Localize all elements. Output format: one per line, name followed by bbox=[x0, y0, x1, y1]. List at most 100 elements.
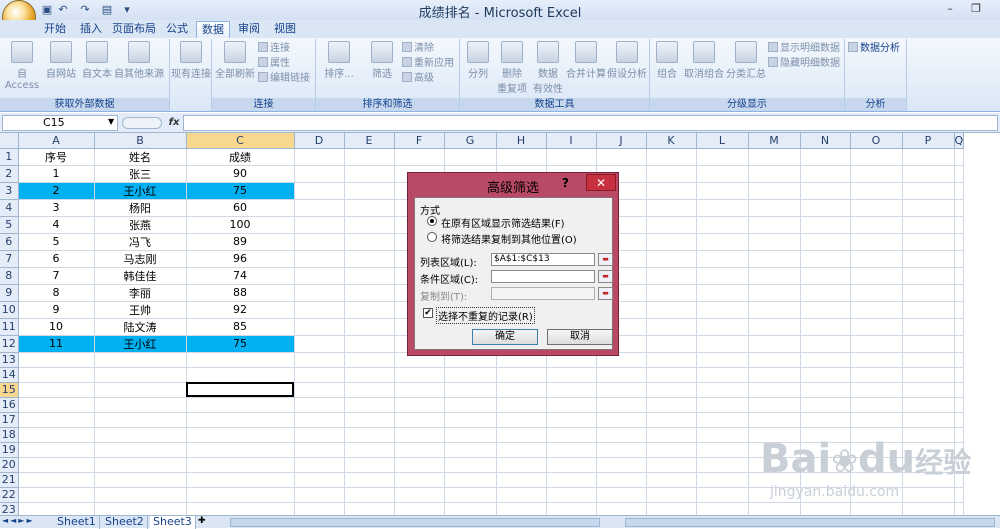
restore-icon[interactable]: ❐ bbox=[966, 2, 986, 17]
cell-F16[interactable] bbox=[394, 397, 445, 413]
cell-K17[interactable] bbox=[646, 412, 697, 428]
cell-F1[interactable] bbox=[394, 148, 445, 166]
cell-K16[interactable] bbox=[646, 397, 697, 413]
name-box-dropdown-icon[interactable]: ▼ bbox=[108, 117, 114, 126]
column-header-C[interactable]: C bbox=[186, 133, 295, 149]
cell-A7[interactable]: 6 bbox=[18, 250, 95, 268]
cell-N10[interactable] bbox=[800, 301, 851, 319]
cell-Q9[interactable] bbox=[954, 284, 965, 302]
cell-C22[interactable] bbox=[186, 487, 295, 503]
cell-D19[interactable] bbox=[294, 442, 345, 458]
cell-I23[interactable] bbox=[546, 502, 597, 515]
cell-P17[interactable] bbox=[902, 412, 955, 428]
cell-A12[interactable]: 11 bbox=[18, 335, 95, 353]
cell-D22[interactable] bbox=[294, 487, 345, 503]
cell-I16[interactable] bbox=[546, 397, 597, 413]
redo-icon[interactable]: ↷ bbox=[78, 3, 92, 17]
clear-link[interactable]: 清除 bbox=[402, 42, 434, 55]
cell-I21[interactable] bbox=[546, 472, 597, 488]
cell-A16[interactable] bbox=[18, 397, 95, 413]
row-header[interactable]: 3 bbox=[0, 182, 19, 200]
radio-copy-to[interactable] bbox=[427, 232, 437, 242]
minimize-icon[interactable]: – bbox=[940, 2, 960, 17]
cell-J19[interactable] bbox=[596, 442, 647, 458]
cell-Q4[interactable] bbox=[954, 199, 965, 217]
cell-A14[interactable] bbox=[18, 367, 95, 383]
cell-C8[interactable]: 74 bbox=[186, 267, 295, 285]
cell-Q10[interactable] bbox=[954, 301, 965, 319]
cell-M2[interactable] bbox=[748, 165, 801, 183]
cell-P8[interactable] bbox=[902, 267, 955, 285]
radio-in-place-label[interactable]: 在原有区域显示筛选结果(F) bbox=[441, 215, 565, 230]
row-header[interactable]: 17 bbox=[0, 412, 19, 428]
cell-Q15[interactable] bbox=[954, 382, 965, 398]
cell-D1[interactable] bbox=[294, 148, 345, 166]
cell-Q22[interactable] bbox=[954, 487, 965, 503]
cell-F20[interactable] bbox=[394, 457, 445, 473]
cell-K5[interactable] bbox=[646, 216, 697, 234]
cell-E21[interactable] bbox=[344, 472, 395, 488]
cell-L6[interactable] bbox=[696, 233, 749, 251]
cell-A3[interactable]: 2 bbox=[18, 182, 95, 200]
cell-K20[interactable] bbox=[646, 457, 697, 473]
cell-A11[interactable]: 10 bbox=[18, 318, 95, 336]
cell-P9[interactable] bbox=[902, 284, 955, 302]
row-header[interactable]: 22 bbox=[0, 487, 19, 503]
row-header[interactable]: 14 bbox=[0, 367, 19, 383]
cell-P22[interactable] bbox=[902, 487, 955, 503]
cell-P3[interactable] bbox=[902, 182, 955, 200]
cell-F15[interactable] bbox=[394, 382, 445, 398]
cell-D8[interactable] bbox=[294, 267, 345, 285]
cell-L1[interactable] bbox=[696, 148, 749, 166]
cell-E23[interactable] bbox=[344, 502, 395, 515]
cell-K12[interactable] bbox=[646, 335, 697, 353]
cell-Q5[interactable] bbox=[954, 216, 965, 234]
group-button[interactable]: 组合 bbox=[652, 41, 682, 80]
cell-K14[interactable] bbox=[646, 367, 697, 383]
cell-G22[interactable] bbox=[444, 487, 497, 503]
cell-D20[interactable] bbox=[294, 457, 345, 473]
cell-A15[interactable] bbox=[18, 382, 95, 398]
cell-O4[interactable] bbox=[850, 199, 903, 217]
cell-Q6[interactable] bbox=[954, 233, 965, 251]
cell-D17[interactable] bbox=[294, 412, 345, 428]
cell-G21[interactable] bbox=[444, 472, 497, 488]
cell-C14[interactable] bbox=[186, 367, 295, 383]
cell-A13[interactable] bbox=[18, 352, 95, 368]
formula-input[interactable] bbox=[183, 115, 998, 131]
cell-I17[interactable] bbox=[546, 412, 597, 428]
tab-2[interactable]: 页面布局 bbox=[110, 21, 158, 38]
cell-F18[interactable] bbox=[394, 427, 445, 443]
cell-E8[interactable] bbox=[344, 267, 395, 285]
cell-L22[interactable] bbox=[696, 487, 749, 503]
cell-D5[interactable] bbox=[294, 216, 345, 234]
cell-K18[interactable] bbox=[646, 427, 697, 443]
cell-M6[interactable] bbox=[748, 233, 801, 251]
cell-K19[interactable] bbox=[646, 442, 697, 458]
cell-L16[interactable] bbox=[696, 397, 749, 413]
cell-C17[interactable] bbox=[186, 412, 295, 428]
column-header-B[interactable]: B bbox=[94, 133, 187, 149]
cell-G19[interactable] bbox=[444, 442, 497, 458]
hide-detail-link[interactable]: 隐藏明细数据 bbox=[768, 57, 840, 70]
cell-H15[interactable] bbox=[496, 382, 547, 398]
cell-Q23[interactable] bbox=[954, 502, 965, 515]
cell-N1[interactable] bbox=[800, 148, 851, 166]
cell-K2[interactable] bbox=[646, 165, 697, 183]
cell-D6[interactable] bbox=[294, 233, 345, 251]
cell-P12[interactable] bbox=[902, 335, 955, 353]
tab-5[interactable]: 审阅 bbox=[232, 21, 266, 38]
row-header[interactable]: 19 bbox=[0, 442, 19, 458]
cell-P5[interactable] bbox=[902, 216, 955, 234]
column-header-H[interactable]: H bbox=[496, 133, 547, 149]
row-header[interactable]: 13 bbox=[0, 352, 19, 368]
cell-H14[interactable] bbox=[496, 367, 547, 383]
connections-link[interactable]: 连接 bbox=[258, 42, 290, 55]
cell-B19[interactable] bbox=[94, 442, 187, 458]
cell-L12[interactable] bbox=[696, 335, 749, 353]
cell-L7[interactable] bbox=[696, 250, 749, 268]
cell-N17[interactable] bbox=[800, 412, 851, 428]
cell-D21[interactable] bbox=[294, 472, 345, 488]
column-header-L[interactable]: L bbox=[696, 133, 749, 149]
cell-E17[interactable] bbox=[344, 412, 395, 428]
